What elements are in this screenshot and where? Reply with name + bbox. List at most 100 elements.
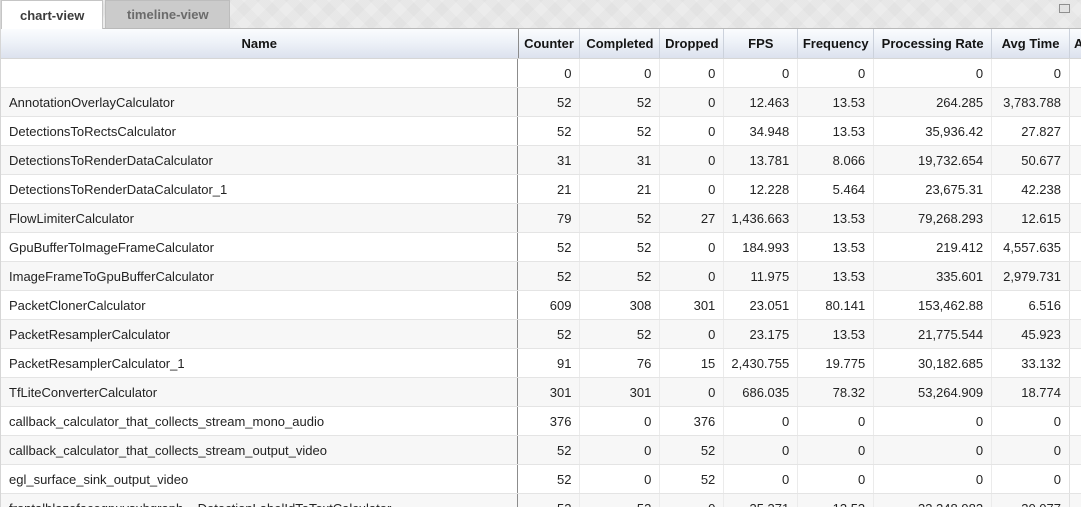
cell-fps: 34.948 bbox=[723, 117, 797, 145]
table-row[interactable]: 0000000 bbox=[1, 59, 1081, 88]
table-row[interactable]: GpuBufferToImageFrameCalculator52520184.… bbox=[1, 233, 1081, 262]
table-row[interactable]: frontalblazefacegpuvsubgraph__DetectionL… bbox=[1, 494, 1081, 507]
cell-counter: 0 bbox=[517, 59, 579, 87]
cell-frequency: 0 bbox=[797, 59, 873, 87]
cell-fps: 0 bbox=[723, 465, 797, 493]
table-row[interactable]: PacketClonerCalculator60930830123.05180.… bbox=[1, 291, 1081, 320]
cell-dropped: 0 bbox=[659, 320, 723, 348]
cell-fps: 11.975 bbox=[723, 262, 797, 290]
cell-processing_rate: 23,675.31 bbox=[873, 175, 991, 203]
column-header-clipped[interactable]: A bbox=[1069, 29, 1081, 58]
cell-processing_rate: 33,248.982 bbox=[873, 494, 991, 507]
cell-avg_time: 2,979.731 bbox=[991, 262, 1069, 290]
cell-name: ImageFrameToGpuBufferCalculator bbox=[1, 262, 517, 290]
cell-name: frontalblazefacegpuvsubgraph__DetectionL… bbox=[1, 494, 517, 507]
cell-dropped: 0 bbox=[659, 146, 723, 174]
cell-fps: 35.371 bbox=[723, 494, 797, 507]
cell-fps: 0 bbox=[723, 407, 797, 435]
tab-timeline-view[interactable]: timeline-view bbox=[105, 0, 230, 28]
cell-counter: 52 bbox=[517, 88, 579, 116]
restore-window-icon[interactable] bbox=[1059, 4, 1070, 13]
table-row[interactable]: AnnotationOverlayCalculator5252012.46313… bbox=[1, 88, 1081, 117]
table-row[interactable]: DetectionsToRenderDataCalculator_1212101… bbox=[1, 175, 1081, 204]
table-body: 0000000AnnotationOverlayCalculator525201… bbox=[1, 59, 1081, 507]
cell-partial bbox=[1069, 117, 1081, 145]
cell-fps: 0 bbox=[723, 59, 797, 87]
tab-chart-view[interactable]: chart-view bbox=[1, 0, 103, 29]
table-row[interactable]: callback_calculator_that_collects_stream… bbox=[1, 436, 1081, 465]
table-row[interactable]: DetectionsToRectsCalculator5252034.94813… bbox=[1, 117, 1081, 146]
cell-dropped: 0 bbox=[659, 494, 723, 507]
column-header-counter[interactable]: Counter bbox=[518, 29, 580, 58]
cell-completed: 52 bbox=[579, 320, 659, 348]
cell-partial bbox=[1069, 59, 1081, 87]
column-header-completed[interactable]: Completed bbox=[579, 29, 659, 58]
cell-processing_rate: 79,268.293 bbox=[873, 204, 991, 232]
cell-counter: 31 bbox=[517, 146, 579, 174]
cell-fps: 1,436.663 bbox=[723, 204, 797, 232]
column-header-fps[interactable]: FPS bbox=[723, 29, 797, 58]
cell-processing_rate: 0 bbox=[873, 59, 991, 87]
cell-counter: 301 bbox=[517, 378, 579, 406]
cell-avg_time: 0 bbox=[991, 407, 1069, 435]
column-header-name[interactable]: Name bbox=[1, 29, 518, 58]
cell-partial bbox=[1069, 320, 1081, 348]
cell-frequency: 13.53 bbox=[797, 117, 873, 145]
column-header-frequency[interactable]: Frequency bbox=[797, 29, 873, 58]
column-header-avg-time[interactable]: Avg Time bbox=[991, 29, 1069, 58]
table-row[interactable]: callback_calculator_that_collects_stream… bbox=[1, 407, 1081, 436]
cell-completed: 31 bbox=[579, 146, 659, 174]
cell-frequency: 13.53 bbox=[797, 494, 873, 507]
table-row[interactable]: ImageFrameToGpuBufferCalculator5252011.9… bbox=[1, 262, 1081, 291]
cell-processing_rate: 264.285 bbox=[873, 88, 991, 116]
cell-processing_rate: 35,936.42 bbox=[873, 117, 991, 145]
table-row[interactable]: TfLiteConverterCalculator3013010686.0357… bbox=[1, 378, 1081, 407]
cell-avg_time: 42.238 bbox=[991, 175, 1069, 203]
cell-processing_rate: 30,182.685 bbox=[873, 349, 991, 377]
cell-avg_time: 27.827 bbox=[991, 117, 1069, 145]
cell-name: callback_calculator_that_collects_stream… bbox=[1, 436, 517, 464]
table-row[interactable]: egl_surface_sink_output_video520520000 bbox=[1, 465, 1081, 494]
cell-name: PacketResamplerCalculator bbox=[1, 320, 517, 348]
cell-processing_rate: 0 bbox=[873, 407, 991, 435]
cell-avg_time: 3,783.788 bbox=[991, 88, 1069, 116]
cell-fps: 686.035 bbox=[723, 378, 797, 406]
cell-counter: 376 bbox=[517, 407, 579, 435]
column-header-dropped[interactable]: Dropped bbox=[659, 29, 723, 58]
column-header-processing-rate[interactable]: Processing Rate bbox=[873, 29, 991, 58]
cell-name: GpuBufferToImageFrameCalculator bbox=[1, 233, 517, 261]
cell-partial bbox=[1069, 146, 1081, 174]
cell-avg_time: 30.077 bbox=[991, 494, 1069, 507]
cell-frequency: 8.066 bbox=[797, 146, 873, 174]
cell-completed: 52 bbox=[579, 88, 659, 116]
cell-name: PacketResamplerCalculator_1 bbox=[1, 349, 517, 377]
cell-processing_rate: 21,775.544 bbox=[873, 320, 991, 348]
cell-fps: 0 bbox=[723, 436, 797, 464]
cell-dropped: 376 bbox=[659, 407, 723, 435]
cell-completed: 0 bbox=[579, 436, 659, 464]
cell-fps: 12.463 bbox=[723, 88, 797, 116]
cell-counter: 52 bbox=[517, 262, 579, 290]
table-row[interactable]: PacketResamplerCalculator5252023.17513.5… bbox=[1, 320, 1081, 349]
cell-frequency: 78.32 bbox=[797, 378, 873, 406]
table-row[interactable]: PacketResamplerCalculator_19176152,430.7… bbox=[1, 349, 1081, 378]
cell-frequency: 13.53 bbox=[797, 233, 873, 261]
cell-frequency: 80.141 bbox=[797, 291, 873, 319]
cell-processing_rate: 19,732.654 bbox=[873, 146, 991, 174]
cell-counter: 52 bbox=[517, 436, 579, 464]
table-row[interactable]: FlowLimiterCalculator7952271,436.66313.5… bbox=[1, 204, 1081, 233]
cell-completed: 0 bbox=[579, 465, 659, 493]
cell-dropped: 301 bbox=[659, 291, 723, 319]
cell-avg_time: 33.132 bbox=[991, 349, 1069, 377]
cell-completed: 52 bbox=[579, 494, 659, 507]
profiler-window: chart-view timeline-view Name Counter Co… bbox=[0, 0, 1081, 507]
cell-dropped: 0 bbox=[659, 59, 723, 87]
cell-frequency: 0 bbox=[797, 407, 873, 435]
cell-partial bbox=[1069, 407, 1081, 435]
cell-avg_time: 0 bbox=[991, 436, 1069, 464]
cell-partial bbox=[1069, 465, 1081, 493]
cell-counter: 52 bbox=[517, 233, 579, 261]
table-row[interactable]: DetectionsToRenderDataCalculator3131013.… bbox=[1, 146, 1081, 175]
cell-counter: 52 bbox=[517, 465, 579, 493]
cell-name: egl_surface_sink_output_video bbox=[1, 465, 517, 493]
